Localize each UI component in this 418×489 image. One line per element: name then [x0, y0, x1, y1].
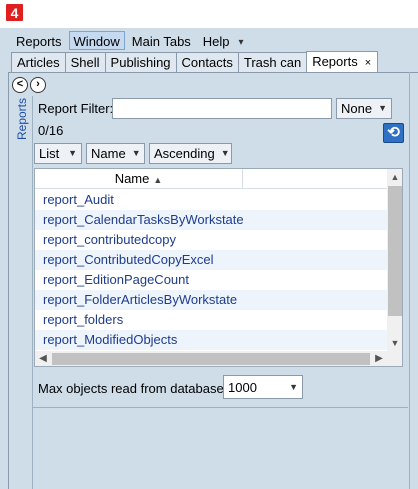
menu-bar: Reports Window Main Tabs Help ▾ [11, 30, 244, 50]
max-objects-value: 1000 [228, 379, 257, 395]
tab-contacts[interactable]: Contacts [175, 52, 239, 73]
back-button[interactable]: < [12, 77, 28, 93]
scroll-down-icon[interactable]: ▼ [387, 335, 402, 351]
filter-mode-value: None [341, 101, 373, 116]
divider [409, 72, 410, 489]
side-panel-label[interactable]: Reports [14, 96, 30, 142]
reports-grid: Name ▲ report_Audit report_CalendarTasksB… [34, 168, 403, 367]
table-row[interactable]: report_contributedcopy [35, 230, 387, 250]
title-bar: 4 [0, 0, 418, 28]
sort-order-select[interactable]: Ascending ▼ [149, 143, 232, 164]
layout-select[interactable]: List ▼ [34, 143, 82, 164]
close-icon[interactable]: × [365, 57, 371, 69]
sort-order-value: Ascending [154, 146, 215, 161]
result-count: 0/16 [38, 123, 64, 138]
refresh-button[interactable]: ⟲ [383, 123, 404, 143]
scroll-left-icon[interactable]: ◀ [35, 351, 51, 366]
menu-help[interactable]: Help [198, 31, 235, 50]
table-row[interactable]: report_CalendarTasksByWorkstate [35, 210, 387, 230]
grid-rows: report_Audit report_CalendarTasksByWorks… [35, 190, 387, 350]
table-row[interactable]: report_Audit [35, 190, 387, 210]
chevron-down-icon: ▼ [68, 148, 77, 158]
chevron-left-icon: < [16, 78, 24, 90]
tab-publishing[interactable]: Publishing [104, 52, 177, 73]
layout-value: List [39, 146, 60, 161]
tab-trash-can[interactable]: Trash can [237, 52, 308, 73]
scroll-up-icon[interactable]: ▲ [387, 169, 402, 185]
menu-window[interactable]: Window [68, 30, 125, 50]
sort-field-value: Name [91, 146, 126, 161]
tab-shell[interactable]: Shell [64, 52, 106, 73]
sort-ascending-icon: ▲ [153, 175, 163, 185]
chevron-down-icon[interactable]: ▾ [239, 37, 244, 48]
divider [32, 96, 33, 489]
grid-header: Name ▲ [35, 169, 387, 189]
tab-reports-label: Reports [312, 54, 358, 69]
column-header-name[interactable]: Name ▲ [35, 169, 243, 188]
column-header-label: Name [114, 171, 150, 186]
tab-reports[interactable]: Reports × [306, 51, 379, 73]
scroll-right-icon[interactable]: ▶ [371, 351, 387, 366]
menu-reports[interactable]: Reports [11, 31, 67, 50]
report-filter-input[interactable] [112, 98, 332, 119]
sort-field-select[interactable]: Name ▼ [86, 143, 145, 164]
chevron-down-icon: ▼ [378, 103, 387, 113]
app-logo-icon: 4 [6, 4, 23, 21]
horizontal-scrollbar[interactable]: ◀ ▶ [35, 351, 387, 366]
main-tab-strip: Articles Shell Publishing Contacts Trash… [11, 51, 379, 73]
vertical-scroll-thumb[interactable] [388, 186, 402, 316]
table-row[interactable]: report_ModifiedObjects [35, 330, 387, 350]
max-objects-select[interactable]: 1000 ▼ [223, 375, 303, 399]
max-objects-label: Max objects read from database: [38, 381, 228, 396]
chevron-right-icon: › [36, 78, 40, 90]
table-row[interactable]: report_folders [35, 310, 387, 330]
scrollbar-corner [387, 351, 402, 366]
chevron-down-icon: ▼ [289, 381, 298, 392]
refresh-icon: ⟲ [387, 124, 400, 141]
vertical-scrollbar[interactable]: ▲ ▼ [387, 169, 402, 351]
filter-mode-select[interactable]: None ▼ [336, 98, 392, 119]
chevron-down-icon: ▼ [131, 148, 141, 158]
chevron-down-icon: ▼ [220, 148, 230, 158]
horizontal-scroll-thumb[interactable] [52, 353, 370, 365]
table-row[interactable]: report_FolderArticlesByWorkstate [35, 290, 387, 310]
table-row[interactable]: report_ContributedCopyExcel [35, 250, 387, 270]
table-row[interactable]: report_EditionPageCount [35, 270, 387, 290]
forward-button[interactable]: › [30, 77, 46, 93]
divider [33, 407, 408, 408]
menu-main-tabs[interactable]: Main Tabs [127, 31, 196, 50]
tab-articles[interactable]: Articles [11, 52, 66, 73]
report-filter-label: Report Filter: [38, 101, 114, 116]
